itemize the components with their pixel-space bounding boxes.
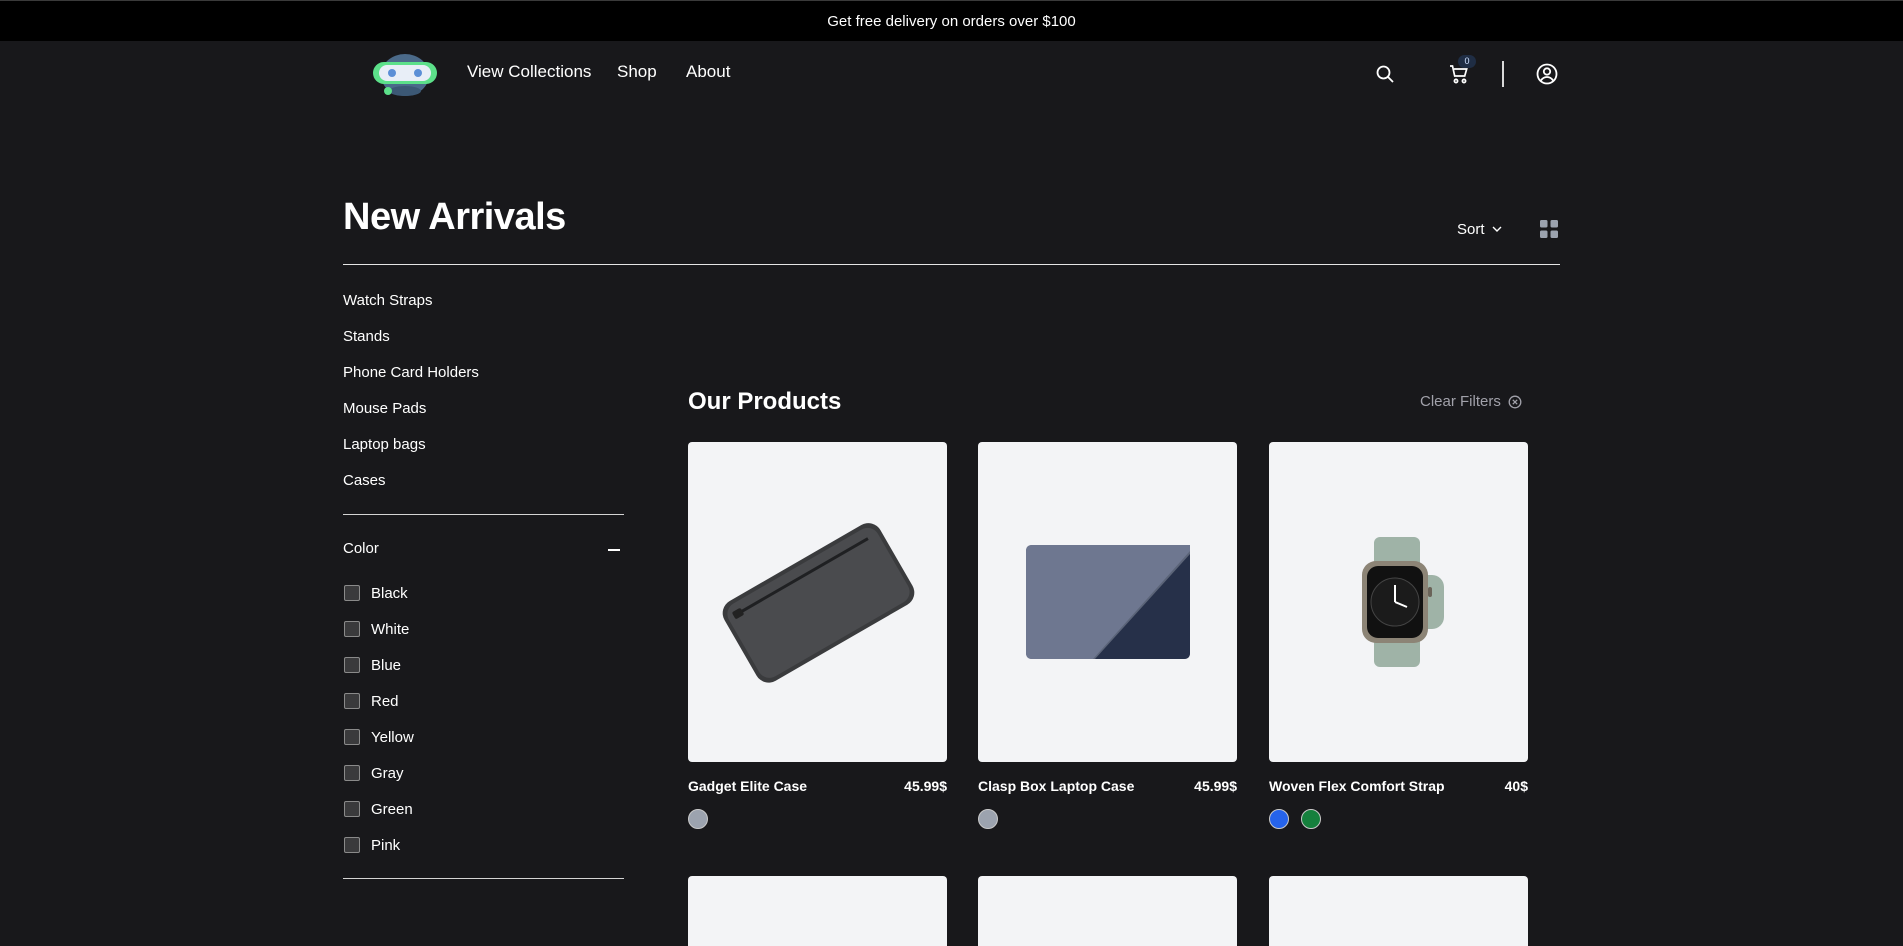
color-option-label: Green bbox=[371, 801, 413, 818]
category-watch-straps[interactable]: Watch Straps bbox=[343, 292, 432, 309]
color-swatch-green[interactable] bbox=[1301, 809, 1321, 829]
category-stands[interactable]: Stands bbox=[343, 328, 390, 345]
search-icon[interactable] bbox=[1373, 62, 1397, 86]
product-image[interactable] bbox=[688, 442, 947, 762]
color-filter-label: Color bbox=[343, 540, 379, 557]
checkbox[interactable] bbox=[344, 657, 360, 673]
product-card-partial[interactable] bbox=[978, 876, 1237, 946]
checkbox[interactable] bbox=[344, 801, 360, 817]
product-card-partial[interactable] bbox=[688, 876, 947, 946]
category-laptop-bags[interactable]: Laptop bags bbox=[343, 436, 426, 453]
grid-view-icon[interactable] bbox=[1538, 218, 1560, 240]
color-option-label: Gray bbox=[371, 765, 404, 782]
account-icon[interactable] bbox=[1535, 62, 1559, 86]
checkbox[interactable] bbox=[344, 729, 360, 745]
color-option-label: Blue bbox=[371, 657, 402, 674]
category-mouse-pads[interactable]: Mouse Pads bbox=[343, 400, 426, 417]
product-card-partial[interactable] bbox=[1269, 876, 1528, 946]
page-title: New Arrivals bbox=[343, 196, 566, 238]
color-filter-toggle[interactable]: Color bbox=[343, 540, 624, 560]
sidebar-divider bbox=[343, 514, 624, 515]
clear-filters-label: Clear Filters bbox=[1420, 393, 1501, 410]
product-image[interactable] bbox=[978, 442, 1237, 762]
collapse-minus-icon bbox=[608, 549, 620, 551]
product-price: 40$ bbox=[1504, 778, 1528, 794]
sidebar-divider bbox=[343, 878, 624, 879]
color-swatch-blue[interactable] bbox=[1269, 809, 1289, 829]
nav-view-collections[interactable]: View Collections bbox=[467, 62, 591, 82]
promo-banner: Get free delivery on orders over $100 bbox=[0, 0, 1903, 41]
promo-banner-text: Get free delivery on orders over $100 bbox=[827, 12, 1076, 30]
category-phone-card-holders[interactable]: Phone Card Holders bbox=[343, 364, 479, 381]
robot-logo-icon[interactable] bbox=[370, 47, 440, 97]
chevron-down-icon bbox=[1492, 226, 1502, 232]
close-circle-icon bbox=[1508, 395, 1522, 408]
sort-dropdown[interactable]: Sort bbox=[1457, 219, 1503, 239]
color-swatch-gray[interactable] bbox=[688, 809, 708, 829]
product-price: 45.99$ bbox=[904, 778, 947, 794]
sort-label: Sort bbox=[1457, 220, 1485, 238]
product-name[interactable]: Gadget Elite Case bbox=[688, 778, 807, 794]
title-divider bbox=[343, 264, 1560, 265]
color-option-label: White bbox=[371, 621, 410, 638]
product-price: 45.99$ bbox=[1194, 778, 1237, 794]
checkbox[interactable] bbox=[344, 585, 360, 601]
color-option-label: Pink bbox=[371, 837, 401, 854]
color-option-label: Black bbox=[371, 585, 408, 602]
checkbox[interactable] bbox=[344, 621, 360, 637]
site-header: View Collections Shop About 0 bbox=[0, 41, 1903, 107]
product-name[interactable]: Clasp Box Laptop Case bbox=[978, 778, 1134, 794]
color-swatch-gray[interactable] bbox=[978, 809, 998, 829]
header-divider bbox=[1502, 61, 1504, 87]
color-option-label: Yellow bbox=[371, 729, 414, 746]
products-section-title: Our Products bbox=[688, 388, 842, 415]
category-cases[interactable]: Cases bbox=[343, 472, 386, 489]
checkbox[interactable] bbox=[344, 765, 360, 781]
product-image[interactable] bbox=[1269, 442, 1528, 762]
color-option-label: Red bbox=[371, 693, 399, 710]
product-name[interactable]: Woven Flex Comfort Strap bbox=[1269, 778, 1445, 794]
nav-shop[interactable]: Shop bbox=[617, 62, 657, 82]
checkbox[interactable] bbox=[344, 693, 360, 709]
checkbox[interactable] bbox=[344, 837, 360, 853]
cart-count-badge: 0 bbox=[1458, 55, 1476, 68]
nav-about[interactable]: About bbox=[686, 62, 730, 82]
clear-filters-button[interactable]: Clear Filters bbox=[1420, 393, 1522, 410]
